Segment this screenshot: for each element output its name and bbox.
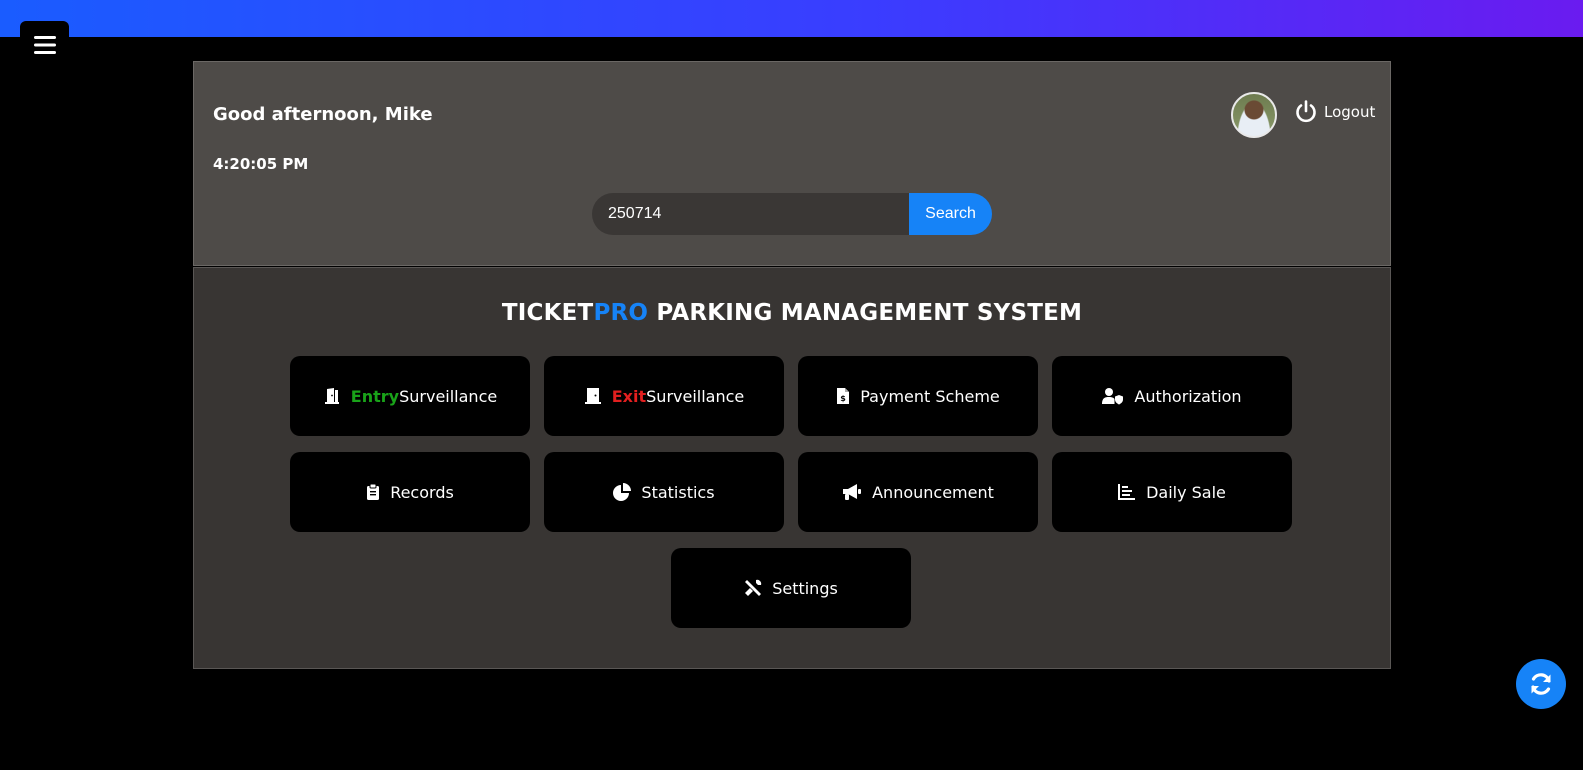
current-time: 4:20:05 PM (213, 155, 309, 173)
pie-chart-icon (613, 483, 632, 501)
megaphone-icon (843, 484, 862, 500)
tile-entry-label: Surveillance (399, 386, 498, 406)
tile-settings-label: Settings (772, 578, 838, 598)
tile-payment-label: Payment Scheme (860, 386, 1000, 406)
refresh-icon (1531, 673, 1551, 695)
tile-statistics-label: Statistics (641, 482, 715, 502)
tile-exit-prefix: Exit (611, 386, 647, 406)
tile-statistics[interactable]: Statistics (544, 452, 784, 532)
refresh-button[interactable] (1516, 659, 1566, 709)
door-entry-icon (324, 388, 339, 404)
power-icon (1296, 100, 1316, 123)
user-shield-icon (1102, 388, 1124, 405)
invoice-dollar-icon: $ (837, 388, 850, 404)
tile-exit-label: Surveillance (646, 386, 745, 406)
title-part-system: PARKING MANAGEMENT SYSTEM (648, 300, 1083, 326)
logout-label: Logout (1324, 103, 1376, 121)
title-part-pro: PRO (593, 300, 649, 326)
bar-chart-icon (1118, 484, 1136, 500)
hamburger-icon (33, 36, 56, 54)
tile-announcement-label: Announcement (872, 482, 994, 502)
tile-announcement[interactable]: Announcement (798, 452, 1038, 532)
tile-authorization-label: Authorization (1134, 386, 1242, 406)
search-input[interactable] (592, 193, 909, 235)
top-gradient-bar (0, 0, 1583, 37)
greeting-text: Good afternoon, Mike (213, 104, 433, 125)
tile-records[interactable]: Records (290, 452, 530, 532)
clipboard-icon (367, 483, 380, 500)
hamburger-menu-button[interactable] (20, 21, 69, 69)
title-part-ticket: TICKET (501, 300, 594, 326)
tile-daily-sale-label: Daily Sale (1146, 482, 1226, 502)
search-bar: Search (592, 193, 992, 235)
tile-payment-scheme[interactable]: $ Payment Scheme (798, 356, 1038, 436)
tile-daily-sale[interactable]: Daily Sale (1052, 452, 1292, 532)
header-panel: Good afternoon, Mike 4:20:05 PM Logout S… (193, 61, 1391, 266)
tile-authorization[interactable]: Authorization (1052, 356, 1292, 436)
tile-entry-surveillance[interactable]: EntrySurveillance (290, 356, 530, 436)
search-button[interactable]: Search (909, 193, 992, 235)
logout-button[interactable]: Logout (1294, 100, 1375, 124)
tile-exit-surveillance[interactable]: ExitSurveillance (544, 356, 784, 436)
tile-entry-prefix: Entry (350, 386, 400, 406)
page-title: TICKETPRO PARKING MANAGEMENT SYSTEM (194, 300, 1390, 326)
avatar[interactable] (1231, 92, 1277, 138)
main-panel: TICKETPRO PARKING MANAGEMENT SYSTEM Entr… (193, 267, 1391, 669)
tile-records-label: Records (390, 482, 454, 502)
svg-text:$: $ (840, 394, 846, 403)
tile-settings[interactable]: Settings (671, 548, 911, 628)
door-exit-icon (584, 388, 601, 404)
tools-icon (745, 579, 762, 596)
